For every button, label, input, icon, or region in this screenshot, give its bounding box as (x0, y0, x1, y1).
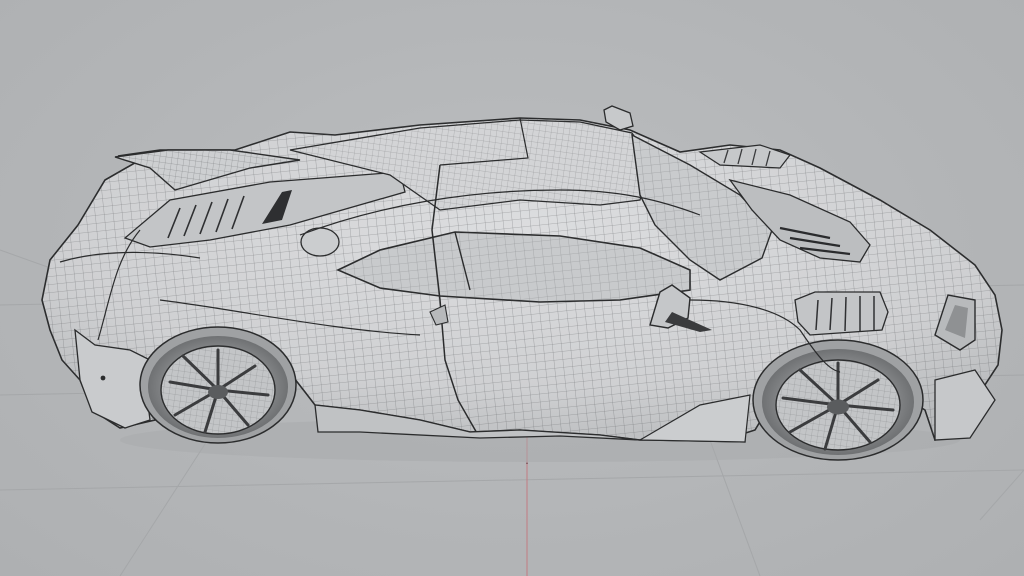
front-wheel[interactable] (752, 339, 924, 461)
3d-viewport[interactable] (0, 0, 1024, 576)
rear-wheel[interactable] (139, 326, 297, 444)
car-model[interactable] (41, 105, 1003, 461)
viewport-scene[interactable] (0, 0, 1024, 576)
